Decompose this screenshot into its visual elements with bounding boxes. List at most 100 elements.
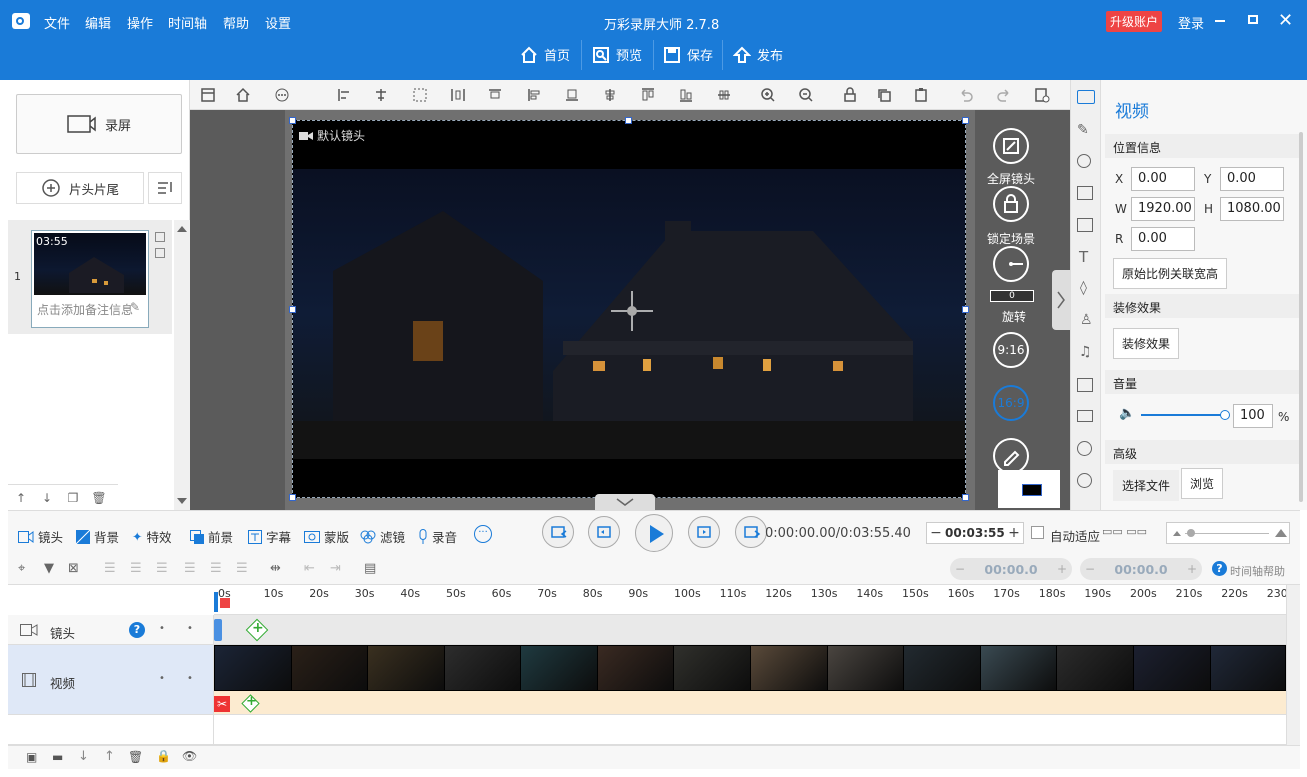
move-up-icon[interactable]: ↑ bbox=[8, 491, 34, 505]
rotate-value-input[interactable]: 0 bbox=[990, 290, 1034, 302]
increase-icon[interactable]: + bbox=[1182, 562, 1202, 576]
end-marker[interactable] bbox=[220, 598, 230, 608]
copy-icon[interactable] bbox=[876, 87, 892, 103]
align-tool-icon[interactable]: ☰ bbox=[184, 561, 196, 576]
menu-settings[interactable]: 设置 bbox=[265, 13, 291, 32]
save-button[interactable]: 保存 bbox=[663, 45, 713, 64]
resize-handle[interactable] bbox=[625, 117, 632, 124]
camera-track[interactable]: + bbox=[214, 615, 1286, 645]
crosshair-icon[interactable]: ⌖ bbox=[18, 561, 25, 576]
offset-stepper-a[interactable]: − 00:00.0 + bbox=[950, 558, 1072, 580]
align-tool-icon[interactable]: ☰ bbox=[156, 561, 168, 576]
more-tabs-icon[interactable]: ··· bbox=[474, 525, 492, 543]
next-scene-button[interactable] bbox=[735, 516, 767, 548]
decrease-icon[interactable]: − bbox=[1080, 562, 1100, 576]
volume-input[interactable]: 100 bbox=[1233, 404, 1273, 428]
align-bottom2-icon[interactable] bbox=[678, 87, 694, 103]
figure-icon[interactable]: ♙ bbox=[1080, 312, 1093, 328]
clear-filter-icon[interactable]: ⊠ bbox=[68, 561, 79, 576]
dot-icon[interactable]: • bbox=[159, 623, 165, 634]
paste-icon[interactable] bbox=[913, 87, 929, 103]
maximize-icon[interactable] bbox=[1248, 15, 1258, 24]
camera-keyframe[interactable] bbox=[214, 619, 222, 641]
split-icon[interactable]: ⇹ bbox=[270, 561, 281, 576]
chat-icon[interactable] bbox=[1077, 90, 1095, 104]
align-tool-icon[interactable]: ☰ bbox=[104, 561, 116, 576]
tab-effects[interactable]: ✦ 特效 bbox=[132, 527, 172, 546]
more-icon[interactable] bbox=[1077, 473, 1092, 488]
scene-list-settings-icon[interactable] bbox=[148, 172, 182, 204]
home-icon[interactable] bbox=[235, 87, 251, 103]
timeline-zoom-slider[interactable] bbox=[1166, 522, 1290, 544]
offset-stepper-b[interactable]: − 00:00.0 + bbox=[1080, 558, 1202, 580]
timeline-help-link[interactable]: 时间轴帮助 bbox=[1230, 563, 1285, 579]
video-clip[interactable] bbox=[214, 645, 1286, 691]
volume-knob[interactable] bbox=[1220, 410, 1230, 420]
empty-track[interactable] bbox=[214, 715, 1286, 745]
align-top2-icon[interactable] bbox=[640, 87, 656, 103]
properties-icon[interactable]: ▤ bbox=[364, 561, 376, 576]
trash-icon[interactable]: 🗑 bbox=[128, 750, 143, 764]
tab-mask[interactable]: 蒙版 bbox=[304, 527, 349, 546]
width-input[interactable]: 1920.00 bbox=[1131, 197, 1195, 221]
fullscreen-camera-button[interactable] bbox=[993, 128, 1029, 164]
minimize-icon[interactable] bbox=[1215, 20, 1225, 22]
increase-icon[interactable]: + bbox=[1052, 562, 1072, 576]
offset-b-input[interactable]: 00:00.0 bbox=[1100, 562, 1182, 577]
tab-background[interactable]: 背景 bbox=[76, 527, 119, 546]
resize-handle[interactable] bbox=[289, 306, 296, 313]
trash-icon[interactable]: 🗑 bbox=[86, 491, 112, 505]
scene-scrollbar[interactable] bbox=[174, 220, 190, 510]
tab-record-audio[interactable]: 录音 bbox=[418, 527, 457, 546]
film-icon[interactable] bbox=[1077, 218, 1093, 232]
sticker-icon[interactable] bbox=[1077, 378, 1093, 392]
lock-icon[interactable]: 🔒 bbox=[156, 749, 171, 763]
timeline-scrollbar[interactable] bbox=[1286, 585, 1300, 745]
prev-scene-button[interactable] bbox=[542, 516, 574, 548]
align-v-icon[interactable] bbox=[526, 87, 542, 103]
move-down-icon[interactable]: ↓ bbox=[78, 749, 89, 764]
align-middle-icon[interactable] bbox=[602, 87, 618, 103]
dot-icon[interactable]: • bbox=[159, 673, 165, 684]
audio-track[interactable]: ✂ + bbox=[214, 691, 1286, 715]
align-top-icon[interactable] bbox=[487, 87, 503, 103]
decrease-icon[interactable]: − bbox=[927, 525, 945, 541]
delete-scene-icon[interactable] bbox=[155, 248, 165, 258]
increase-icon[interactable]: + bbox=[1005, 525, 1023, 541]
rewind-button[interactable] bbox=[588, 516, 620, 548]
resize-handle[interactable] bbox=[962, 494, 969, 501]
align-center-icon[interactable] bbox=[373, 87, 389, 103]
move-up-icon[interactable]: ↑ bbox=[104, 749, 115, 764]
ratio-16-9-button[interactable]: 16:9 bbox=[993, 385, 1029, 421]
tab-foreground[interactable]: 前景 bbox=[190, 527, 233, 546]
move-left-icon[interactable]: ⇤ bbox=[304, 561, 315, 576]
forward-button[interactable] bbox=[688, 516, 720, 548]
lock-scene-button[interactable] bbox=[993, 186, 1029, 222]
offset-a-input[interactable]: 00:00.0 bbox=[970, 562, 1052, 577]
close-icon[interactable]: ✕ bbox=[1278, 10, 1293, 31]
y-input[interactable]: 0.00 bbox=[1220, 167, 1284, 191]
align-tool-icon[interactable]: ☰ bbox=[130, 561, 142, 576]
tab-camera[interactable]: 镜头 bbox=[18, 527, 63, 546]
formula-icon[interactable] bbox=[1077, 441, 1092, 456]
height-input[interactable]: 1080.00 bbox=[1220, 197, 1284, 221]
duration-input[interactable]: 00:03:55.4 bbox=[945, 526, 1005, 540]
help-icon[interactable]: ? bbox=[1212, 561, 1227, 576]
tab-filter[interactable]: 滤镜 bbox=[360, 527, 405, 546]
tab-subtitle[interactable]: 字幕 bbox=[248, 527, 291, 546]
drop-icon[interactable]: ◊ bbox=[1080, 280, 1087, 296]
record-button[interactable]: 录屏 bbox=[16, 94, 182, 154]
zoom-fit-icon[interactable]: ▭▭ ▭▭ bbox=[1102, 525, 1147, 538]
collapse-right-icon[interactable] bbox=[1052, 270, 1070, 330]
edit-pencil-icon[interactable]: ✎ bbox=[130, 300, 140, 314]
menu-help[interactable]: 帮助 bbox=[223, 13, 249, 32]
image-icon[interactable] bbox=[1077, 186, 1093, 200]
minimap[interactable] bbox=[998, 470, 1060, 508]
menu-file[interactable]: 文件 bbox=[44, 13, 70, 32]
add-track-icon[interactable]: ▣ bbox=[26, 750, 37, 764]
login-button[interactable]: 登录 bbox=[1178, 13, 1204, 32]
volume-slider[interactable] bbox=[1141, 410, 1230, 420]
decrease-icon[interactable]: − bbox=[950, 562, 970, 576]
video-stage[interactable]: 默认镜头 bbox=[292, 120, 966, 498]
duration-stepper[interactable]: − 00:03:55.4 + bbox=[926, 522, 1024, 544]
